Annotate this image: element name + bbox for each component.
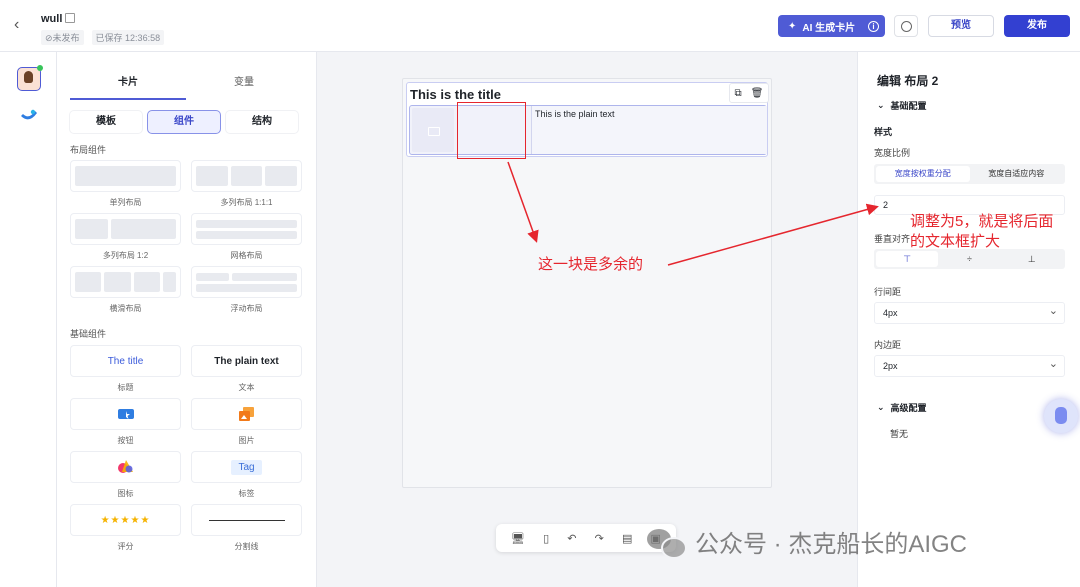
basic-section-title: 基础组件 — [70, 329, 107, 339]
component-multi-column-12[interactable]: 多列布局 1:2 — [70, 213, 181, 266]
component-actions: ⧉ 🗑 — [729, 83, 769, 103]
advanced-config-header[interactable]: ⌄ 高级配置 — [877, 401, 927, 414]
width-mode-segment: 宽度按权重分配 宽度自适应内容 — [874, 164, 1065, 184]
chevron-down-icon: ⌄ — [877, 402, 885, 412]
left-rail — [0, 52, 57, 587]
align-bottom-icon[interactable]: ⊥ — [1001, 251, 1063, 267]
panel-tabs: 卡片 变量 — [70, 72, 302, 100]
online-dot — [37, 65, 43, 71]
props-title: 编辑 布局 2 — [877, 74, 939, 88]
align-middle-icon[interactable]: ÷ — [938, 251, 1000, 267]
ai-button-label: AI 生成卡片 — [802, 22, 856, 34]
line-spacing-label: 行间距 — [874, 287, 902, 297]
style-label: 样式 — [874, 127, 893, 137]
redundant-area-highlight — [457, 102, 526, 159]
padding-select[interactable]: 2px — [874, 354, 1065, 377]
wechat-icon — [647, 525, 687, 559]
preview-button[interactable]: 预览 — [928, 15, 994, 37]
info-icon[interactable]: i — [868, 20, 879, 32]
component-grid-layout[interactable]: 网格布局 — [191, 213, 302, 266]
component-tag[interactable]: Tag 标签 — [191, 451, 302, 504]
sparkle-icon: ✦ — [788, 20, 797, 32]
vertical-align-label: 垂直对齐 — [874, 234, 911, 244]
canvas-area: This is the title ⧉ 🗑 This is the plain … — [317, 52, 857, 587]
mobile-view-icon[interactable]: ▯ — [543, 532, 549, 545]
saved-time: 已保存 12:36:58 — [91, 30, 165, 45]
component-icon[interactable]: 图标 — [70, 451, 181, 504]
basic-components-grid: The title 标题 The plain text 文本 按钮 图片 图标 — [70, 345, 302, 557]
layout-section-title: 布局组件 — [70, 145, 107, 155]
component-title[interactable]: The title 标题 — [70, 345, 181, 398]
component-divider[interactable]: 分割线 — [191, 504, 302, 557]
button-icon — [117, 409, 134, 419]
component-image[interactable]: 图片 — [191, 398, 302, 451]
card-title[interactable]: This is the title — [410, 87, 501, 102]
annotation-adjust-line2: 的文本框扩大 — [910, 233, 1001, 250]
history-clock-icon[interactable] — [894, 15, 918, 37]
image-icon — [239, 407, 254, 421]
duplicate-icon[interactable]: ⧉ — [735, 88, 742, 99]
tab-variables[interactable]: 变量 — [186, 72, 302, 100]
padding-label: 内边距 — [874, 340, 902, 350]
unpublished-badge: ⊘未发布 — [41, 30, 84, 45]
publish-button[interactable]: 发布 — [1004, 15, 1070, 37]
basic-config-header[interactable]: ⌄ 基础配置 — [877, 99, 927, 112]
bot-avatar[interactable] — [17, 65, 43, 91]
assistant-float-button[interactable] — [1044, 399, 1078, 433]
desktop-view-icon[interactable]: 🖥 — [511, 532, 525, 545]
align-top-icon[interactable]: ⊤ — [876, 251, 939, 267]
component-rating[interactable]: ★★★★★ 评分 — [70, 504, 181, 557]
components-panel: 卡片 变量 模板 组件 结构 布局组件 单列布局 多列布局 1:1:1 多列布局… — [57, 52, 317, 587]
save-status: ⊘未发布 已保存 12:36:58 — [41, 30, 165, 45]
undo-icon[interactable]: ↶ — [567, 532, 576, 545]
trash-icon[interactable]: 🗑 — [751, 88, 764, 99]
star-icons: ★★★★★ — [100, 514, 151, 526]
brand-logo-icon[interactable] — [20, 109, 38, 123]
app-name: wull — [41, 13, 63, 25]
top-bar: ‹ wull ⊘未发布 已保存 12:36:58 ✦ AI 生成卡片 i 预览 … — [0, 0, 1080, 52]
component-text[interactable]: The plain text 文本 — [191, 345, 302, 398]
width-by-weight-option[interactable]: 宽度按权重分配 — [876, 166, 970, 182]
chevron-down-icon: ⌄ — [877, 100, 885, 110]
plain-text: This is the plain text — [535, 109, 615, 119]
segment-components[interactable]: 组件 — [148, 111, 220, 133]
width-ratio-label: 宽度比例 — [874, 148, 911, 158]
layout-components-grid: 单列布局 多列布局 1:1:1 多列布局 1:2 网格布局 横滑布局 浮动布局 — [70, 160, 302, 319]
properties-panel: 编辑 布局 2 ⌄ 基础配置 样式 宽度比例 宽度按权重分配 宽度自适应内容 2… — [857, 52, 1080, 587]
component-multi-column-111[interactable]: 多列布局 1:1:1 — [191, 160, 302, 213]
panel-segment: 模板 组件 结构 — [70, 111, 298, 133]
component-float-layout[interactable]: 浮动布局 — [191, 266, 302, 319]
plain-text-box[interactable]: This is the plain text — [531, 106, 767, 154]
back-arrow-icon[interactable]: ‹ — [14, 17, 30, 33]
redo-icon[interactable]: ↷ — [595, 532, 604, 545]
tab-card[interactable]: 卡片 — [70, 72, 186, 100]
line-spacing-select[interactable]: 4px — [874, 301, 1065, 324]
ai-generate-card-button[interactable]: ✦ AI 生成卡片 i — [778, 15, 885, 37]
vertical-align-segment: ⊤ ÷ ⊥ — [874, 249, 1065, 269]
component-single-column[interactable]: 单列布局 — [70, 160, 181, 213]
component-horizontal-scroll[interactable]: 横滑布局 — [70, 266, 181, 319]
annotation-redundant: 这一块是多余的 — [538, 256, 644, 273]
advanced-empty-text: 暂无 — [890, 429, 909, 439]
image-placeholder[interactable] — [412, 108, 454, 152]
width-fit-content-option[interactable]: 宽度自适应内容 — [970, 166, 1064, 182]
annotation-adjust-line1: 调整为5，就是将后面 — [910, 213, 1054, 230]
watermark: 公众号 · 杰克船长的AIGC — [647, 524, 967, 559]
component-button[interactable]: 按钮 — [70, 398, 181, 451]
shapes-icon — [117, 460, 133, 473]
segment-structure[interactable]: 结构 — [226, 111, 298, 133]
divider-preview — [208, 519, 285, 521]
segment-templates[interactable]: 模板 — [70, 111, 142, 133]
edit-name-icon[interactable] — [65, 13, 75, 23]
document-icon[interactable]: ▤ — [622, 532, 632, 545]
